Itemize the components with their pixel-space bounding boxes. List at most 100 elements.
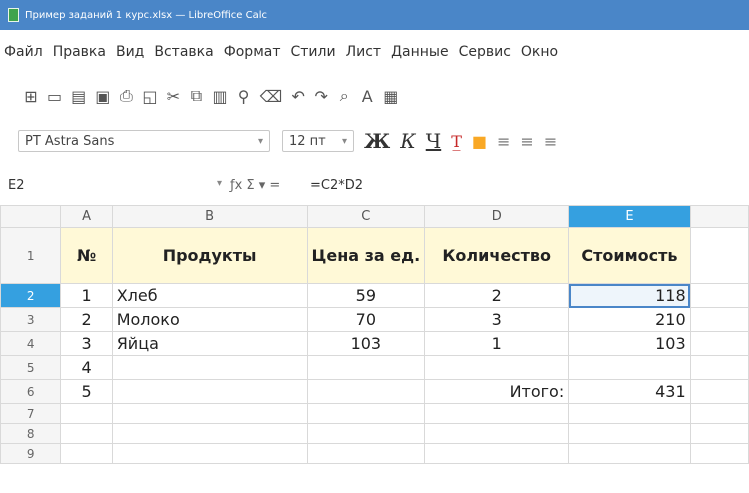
- cell-price[interactable]: [307, 380, 425, 404]
- cell-no[interactable]: 4: [61, 356, 112, 380]
- font-name-select[interactable]: PT Astra Sans ▾: [18, 130, 270, 152]
- menu-file[interactable]: Файл: [0, 44, 49, 66]
- cell-cost[interactable]: 210: [569, 308, 690, 332]
- row-header[interactable]: 6: [1, 380, 61, 404]
- empty-cell[interactable]: [690, 424, 748, 444]
- column-header-e[interactable]: E: [569, 206, 690, 228]
- menu-window[interactable]: Окно: [517, 44, 564, 66]
- preview-icon[interactable]: ◱: [142, 87, 157, 106]
- cell-product[interactable]: Хлеб: [112, 284, 307, 308]
- empty-cell[interactable]: [307, 404, 425, 424]
- row-icon[interactable]: ▦: [383, 87, 398, 106]
- align-right-icon[interactable]: ≡: [544, 132, 557, 151]
- spelling-icon[interactable]: A: [360, 87, 374, 106]
- empty-cell[interactable]: [61, 444, 112, 464]
- row-header[interactable]: 4: [1, 332, 61, 356]
- empty-cell[interactable]: [690, 380, 748, 404]
- italic-button[interactable]: К: [400, 129, 415, 153]
- empty-cell[interactable]: [690, 284, 748, 308]
- header-cell-cost[interactable]: Стоимость: [569, 228, 690, 284]
- cell-price[interactable]: [307, 356, 425, 380]
- cell-no[interactable]: 3: [61, 332, 112, 356]
- template-icon[interactable]: ▤: [71, 87, 86, 106]
- cell-qty[interactable]: 3: [425, 308, 569, 332]
- header-cell-price[interactable]: Цена за ед.: [307, 228, 425, 284]
- corner-select-all[interactable]: [1, 206, 61, 228]
- clone-icon[interactable]: ⚲: [237, 87, 251, 106]
- empty-cell[interactable]: [307, 444, 425, 464]
- grid-icon[interactable]: ⊞: [24, 87, 38, 106]
- print-icon[interactable]: ⎙: [119, 86, 133, 106]
- align-center-icon[interactable]: ≡: [520, 132, 533, 151]
- formula-input[interactable]: =C2*D2: [310, 178, 363, 193]
- new-icon[interactable]: ▭: [47, 87, 62, 106]
- cell-qty[interactable]: [425, 356, 569, 380]
- row-header[interactable]: 9: [1, 444, 61, 464]
- cell-product[interactable]: [112, 356, 307, 380]
- menu-view[interactable]: Вид: [112, 44, 150, 66]
- cell-no[interactable]: 2: [61, 308, 112, 332]
- column-header-a[interactable]: A: [61, 206, 112, 228]
- font-color-icon[interactable]: T̲: [451, 132, 462, 151]
- empty-cell[interactable]: [569, 404, 690, 424]
- empty-cell[interactable]: [425, 424, 569, 444]
- header-cell-qty[interactable]: Количество: [425, 228, 569, 284]
- empty-cell[interactable]: [61, 404, 112, 424]
- name-box[interactable]: E2 ▾: [0, 178, 230, 193]
- cell-cost[interactable]: [569, 356, 690, 380]
- cell-product[interactable]: Молоко: [112, 308, 307, 332]
- row-header[interactable]: 5: [1, 356, 61, 380]
- row-header[interactable]: 2: [1, 284, 61, 308]
- empty-cell[interactable]: [569, 424, 690, 444]
- empty-cell[interactable]: [690, 228, 748, 284]
- cell-no[interactable]: 5: [61, 380, 112, 404]
- cell-qty[interactable]: 1: [425, 332, 569, 356]
- cell-product[interactable]: Яйца: [112, 332, 307, 356]
- underline-button[interactable]: Ч: [426, 129, 441, 153]
- row-header[interactable]: 8: [1, 424, 61, 444]
- empty-cell[interactable]: [112, 424, 307, 444]
- copy-icon[interactable]: ⧉: [190, 86, 204, 106]
- header-cell-no[interactable]: №: [61, 228, 112, 284]
- empty-cell[interactable]: [690, 356, 748, 380]
- row-header[interactable]: 1: [1, 228, 61, 284]
- empty-cell[interactable]: [307, 424, 425, 444]
- column-header-f[interactable]: [690, 206, 748, 228]
- align-left-icon[interactable]: ≡: [497, 132, 510, 151]
- cut-icon[interactable]: ✂: [167, 87, 181, 106]
- menu-edit[interactable]: Правка: [49, 44, 112, 66]
- row-header[interactable]: 3: [1, 308, 61, 332]
- undo-icon[interactable]: ↶: [291, 87, 305, 106]
- cell-price[interactable]: 59: [307, 284, 425, 308]
- header-cell-product[interactable]: Продукты: [112, 228, 307, 284]
- cell-price[interactable]: 70: [307, 308, 425, 332]
- total-value[interactable]: 431: [569, 380, 690, 404]
- save-icon[interactable]: ▣: [95, 87, 110, 106]
- menu-tools[interactable]: Сервис: [455, 44, 517, 66]
- empty-cell[interactable]: [690, 404, 748, 424]
- cell-cost[interactable]: 103: [569, 332, 690, 356]
- empty-cell[interactable]: [690, 308, 748, 332]
- column-header-c[interactable]: C: [307, 206, 425, 228]
- empty-cell[interactable]: [61, 424, 112, 444]
- menu-insert[interactable]: Вставка: [150, 44, 219, 66]
- empty-cell[interactable]: [112, 404, 307, 424]
- cell-no[interactable]: 1: [61, 284, 112, 308]
- total-label[interactable]: Итого:: [425, 380, 569, 404]
- bold-button[interactable]: Ж: [364, 129, 390, 153]
- cell-cost-selected[interactable]: 118: [569, 284, 690, 308]
- find-icon[interactable]: ⌕: [337, 86, 351, 106]
- function-wizard-icons[interactable]: ƒx Σ ▾ =: [230, 178, 310, 193]
- menu-data[interactable]: Данные: [387, 44, 455, 66]
- empty-cell[interactable]: [569, 444, 690, 464]
- cell-product[interactable]: [112, 380, 307, 404]
- row-header[interactable]: 7: [1, 404, 61, 424]
- column-header-b[interactable]: B: [112, 206, 307, 228]
- empty-cell[interactable]: [112, 444, 307, 464]
- menu-sheet[interactable]: Лист: [342, 44, 387, 66]
- menu-format[interactable]: Формат: [220, 44, 287, 66]
- column-header-d[interactable]: D: [425, 206, 569, 228]
- empty-cell[interactable]: [690, 444, 748, 464]
- empty-cell[interactable]: [425, 444, 569, 464]
- redo-icon[interactable]: ↷: [314, 87, 328, 106]
